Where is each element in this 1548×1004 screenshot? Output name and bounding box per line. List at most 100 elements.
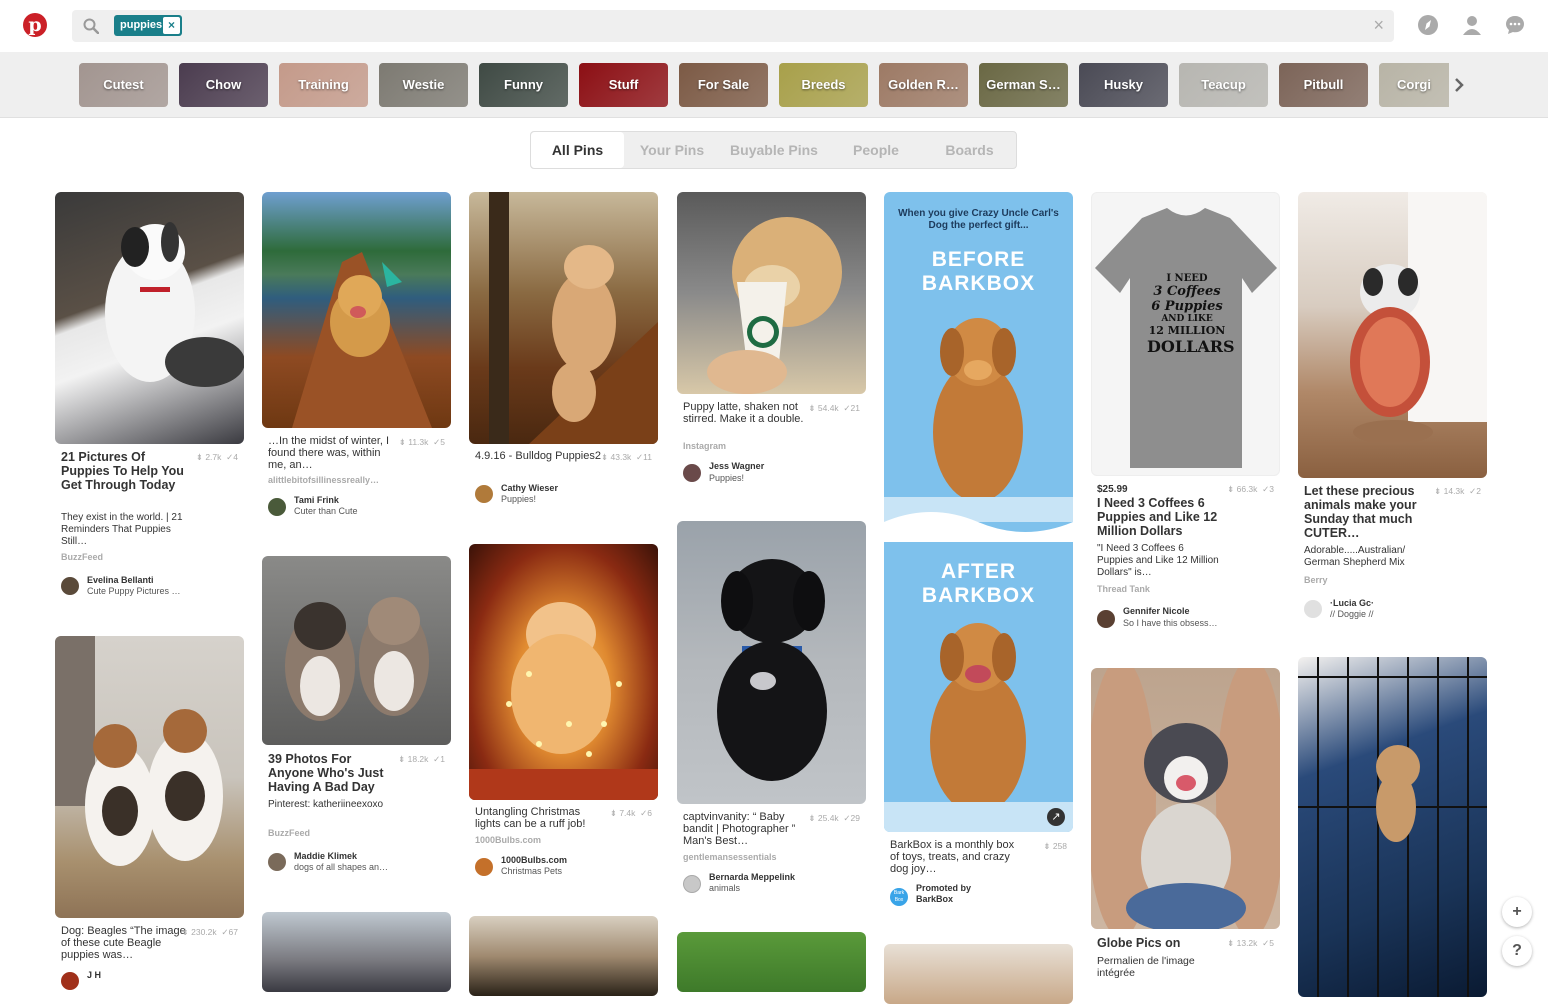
pin-image[interactable] (469, 544, 658, 800)
buyable-pin-card[interactable]: I NEED 3 Coffees 6 Puppies AND LIKE 12 M… (1091, 192, 1280, 642)
pin-source[interactable]: gentlemansessentials (683, 852, 777, 862)
tab-boards[interactable]: Boards (927, 132, 1012, 168)
pin-image[interactable] (262, 556, 451, 745)
pin-image[interactable]: I NEED 3 Coffees 6 Puppies AND LIKE 12 M… (1091, 192, 1280, 476)
avatar[interactable] (1097, 610, 1115, 628)
search-chip[interactable]: puppies × (114, 15, 182, 36)
avatar[interactable] (683, 875, 701, 893)
pin-image[interactable] (677, 932, 866, 992)
board-name[interactable]: dogs of all shapes an… (294, 862, 388, 872)
promoted-pin-card[interactable]: When you give Crazy Uncle Carl's Dog the… (884, 192, 1073, 912)
category-husky[interactable]: Husky (1079, 63, 1168, 107)
pin-source[interactable]: BuzzFeed (268, 828, 310, 838)
pin-image[interactable] (1298, 192, 1487, 478)
pin-card[interactable]: 4.9.16 - Bulldog Puppies2 ⇟ 43.3k ✓11 Ca… (469, 192, 658, 522)
category-funny[interactable]: Funny (479, 63, 568, 107)
board-name[interactable]: animals (709, 883, 740, 893)
tab-people[interactable]: People (836, 132, 916, 168)
pinner-name[interactable]: J H (87, 970, 101, 980)
pinner-name[interactable]: Evelina Bellanti (87, 575, 154, 585)
profile-icon[interactable] (1461, 14, 1483, 36)
pin-source[interactable]: alittlebitofsillinessreally… (268, 475, 379, 485)
pin-card[interactable]: captvinvanity: “ Baby bandit | Photograp… (677, 521, 866, 901)
board-name[interactable]: Puppies! (709, 473, 744, 483)
help-button[interactable]: ? (1502, 936, 1532, 966)
tab-your-pins[interactable]: Your Pins (629, 132, 715, 168)
pin-image[interactable] (55, 192, 244, 444)
pin-image[interactable] (1298, 657, 1487, 997)
pinner-name[interactable]: Jess Wagner (709, 461, 764, 471)
pin-source[interactable]: BuzzFeed (61, 552, 103, 562)
pin-card[interactable]: Puppy latte, shaken not stirred. Make it… (677, 192, 866, 492)
pin-image[interactable] (262, 192, 451, 428)
pin-card[interactable]: Untangling Christmas lights can be a ruf… (469, 544, 658, 884)
pin-source[interactable]: Thread Tank (1097, 584, 1150, 594)
search-bar[interactable]: × (72, 10, 1394, 42)
board-name[interactable]: Christmas Pets (501, 866, 562, 876)
pin-card[interactable] (469, 916, 658, 996)
pin-image[interactable] (469, 916, 658, 996)
pin-source[interactable]: Instagram (683, 441, 726, 451)
avatar[interactable] (61, 577, 79, 595)
pin-card[interactable]: Let these precious animals make your Sun… (1298, 192, 1487, 632)
add-pin-button[interactable]: + (1502, 897, 1532, 927)
pinner-name[interactable]: Bernarda Meppelink (709, 872, 795, 882)
pin-image[interactable] (677, 521, 866, 804)
category-corgi[interactable]: Corgi (1379, 63, 1449, 107)
tab-all-pins[interactable]: All Pins (531, 132, 624, 168)
external-link-icon[interactable]: ↗ (1047, 808, 1065, 826)
pin-card[interactable]: …In the midst of winter, I found there w… (262, 192, 451, 532)
pinner-name[interactable]: 1000Bulbs.com (501, 855, 567, 865)
pin-image[interactable] (262, 912, 451, 992)
pinner-name[interactable]: Cathy Wieser (501, 483, 558, 493)
board-name[interactable]: Cute Puppy Pictures … (87, 586, 181, 596)
pin-image[interactable] (677, 192, 866, 394)
messages-icon[interactable] (1504, 14, 1526, 36)
category-stuff[interactable]: Stuff (579, 63, 668, 107)
pin-image[interactable] (884, 944, 1073, 1004)
chip-close-icon[interactable]: × (163, 17, 180, 34)
clear-search-icon[interactable]: × (1373, 16, 1384, 34)
pin-image[interactable] (1091, 668, 1280, 929)
avatar[interactable] (475, 858, 493, 876)
pin-source[interactable]: Berry (1304, 575, 1328, 585)
avatar[interactable]: Bark Box (890, 888, 908, 906)
avatar[interactable] (475, 485, 493, 503)
board-name[interactable]: // Doggie // (1330, 609, 1374, 619)
category-teacup[interactable]: Teacup (1179, 63, 1268, 107)
pinner-name[interactable]: ·Lucia Gc· (1330, 598, 1374, 608)
pin-image[interactable]: When you give Crazy Uncle Carl's Dog the… (884, 192, 1073, 832)
tab-buyable-pins[interactable]: Buyable Pins (721, 132, 827, 168)
category-pitbull[interactable]: Pitbull (1279, 63, 1368, 107)
pin-image[interactable] (469, 192, 658, 444)
pin-source[interactable]: 1000Bulbs.com (475, 835, 541, 845)
category-cutest[interactable]: Cutest (79, 63, 168, 107)
pin-card[interactable]: Globe Pics on ⇟ 13.2k ✓5 Permalien de l'… (1091, 668, 1280, 983)
compass-icon[interactable] (1417, 14, 1439, 36)
pin-card[interactable] (1298, 657, 1487, 997)
pin-card[interactable] (262, 912, 451, 992)
category-german-shepherd[interactable]: German S… (979, 63, 1068, 107)
category-for-sale[interactable]: For Sale (679, 63, 768, 107)
pinner-name[interactable]: BarkBox (916, 894, 953, 904)
pin-card[interactable] (884, 944, 1073, 1004)
pin-card[interactable] (677, 932, 866, 992)
category-chow[interactable]: Chow (179, 63, 268, 107)
pin-card[interactable]: 21 Pictures Of Puppies To Help You Get T… (55, 192, 244, 612)
pin-card[interactable]: 39 Photos For Anyone Who's Just Having A… (262, 556, 451, 876)
pin-image[interactable] (55, 636, 244, 918)
avatar[interactable] (683, 464, 701, 482)
board-name[interactable]: Cuter than Cute (294, 506, 358, 516)
pinner-name[interactable]: Tami Frink (294, 495, 339, 505)
chevron-right-icon[interactable] (1453, 77, 1465, 93)
category-golden-retriever[interactable]: Golden R… (879, 63, 968, 107)
board-name[interactable]: So I have this obsess… (1123, 618, 1218, 628)
avatar[interactable] (268, 853, 286, 871)
avatar[interactable] (61, 972, 79, 990)
avatar[interactable] (268, 498, 286, 516)
category-westie[interactable]: Westie (379, 63, 468, 107)
pinner-name[interactable]: Gennifer Nicole (1123, 606, 1190, 616)
pinterest-logo-icon[interactable]: p (23, 13, 47, 37)
pinner-name[interactable]: Maddie Klimek (294, 851, 357, 861)
pin-card[interactable]: Dog: Beagles “The image of these cute Be… (55, 636, 244, 990)
